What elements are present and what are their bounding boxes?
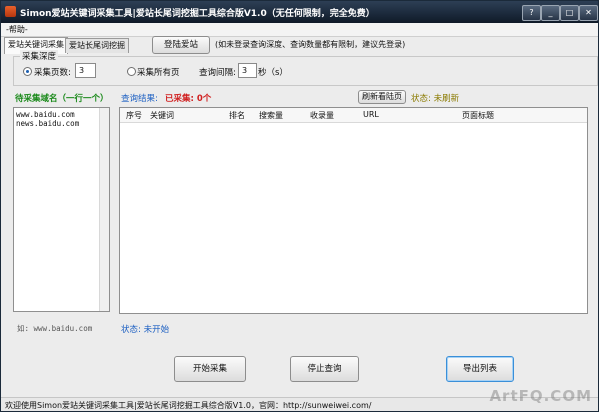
login-note: (如未登录查询深度、查询数量都有限制，建议先登录) [215,40,406,49]
domain-line: news.baidu.com [16,119,80,128]
title-bar[interactable]: Simon爱站关键词采集工具|爱站长尾词挖掘工具综合版V1.0（无任何限制，完全… [1,1,598,23]
watermark: ArtFQ.COM [489,387,592,405]
col-indexed-count[interactable]: 收录量 [310,110,334,121]
pages-label: 采集页数: [34,68,71,78]
interval-input[interactable]: 3 [238,63,257,78]
col-rank[interactable]: 排名 [229,110,245,121]
refresh-state: 状态: 未刷新 [411,94,460,104]
interval-label: 查询间隔: [199,68,236,78]
run-status: 状态: 未开始 [121,325,170,335]
results-table[interactable]: 序号 关键词 排名 搜索量 收录量 URL 页面标题 [119,107,588,314]
col-keyword[interactable]: 关键词 [150,110,174,121]
depth-group: 采集深度 [13,50,598,86]
domains-label: 待采集域名（一行一个） [15,94,109,104]
app-window: Simon爱站关键词采集工具|爱站长尾词挖掘工具综合版V1.0（无任何限制，完全… [0,0,599,412]
depth-group-title: 采集深度 [20,50,59,62]
window-title: Simon爱站关键词采集工具|爱站长尾词挖掘工具综合版V1.0（无任何限制，完全… [20,9,375,19]
statusbar-text: 欢迎使用Simon爱站关键词采集工具|爱站长尾词挖掘工具综合版V1.0，官网：h… [5,401,372,410]
table-header: 序号 关键词 排名 搜索量 收录量 URL 页面标题 [120,108,587,123]
results-label: 查询结果: [121,94,158,104]
domains-example: 如: www.baidu.com [17,324,93,333]
tab-longtail-mining[interactable]: 爱站长尾词挖掘 [65,38,129,53]
pages-radio[interactable] [23,67,32,76]
all-pages-radio[interactable] [127,67,136,76]
refresh-button[interactable]: 刷新看陆页 [358,90,406,104]
export-button[interactable]: 导出列表 [446,356,514,382]
menu-help[interactable]: -帮助- [6,24,28,35]
start-button[interactable]: 开始采集 [174,356,246,382]
maximize-button[interactable]: □ [560,5,579,21]
domains-scrollbar[interactable] [99,108,109,311]
pages-input[interactable]: 3 [75,63,96,78]
stop-button[interactable]: 停止查询 [290,356,359,382]
domain-line: www.baidu.com [16,110,75,119]
col-search-volume[interactable]: 搜索量 [259,110,283,121]
domains-textarea[interactable]: www.baidu.com news.baidu.com [13,107,110,312]
interval-unit: 秒（s） [258,68,288,78]
col-page-title[interactable]: 页面标题 [462,110,494,121]
minimize-button[interactable]: _ [541,5,560,21]
all-pages-label: 采集所有页 [137,68,180,78]
collected-count: 已采集: 0个 [165,94,212,104]
help-button[interactable]: ? [522,5,541,21]
col-index[interactable]: 序号 [126,110,142,121]
col-url[interactable]: URL [363,110,379,119]
close-button[interactable]: ✕ [579,5,598,21]
login-button[interactable]: 登陆爱站 [152,36,210,54]
app-icon [5,6,16,17]
menu-bar: -帮助- [1,23,598,37]
